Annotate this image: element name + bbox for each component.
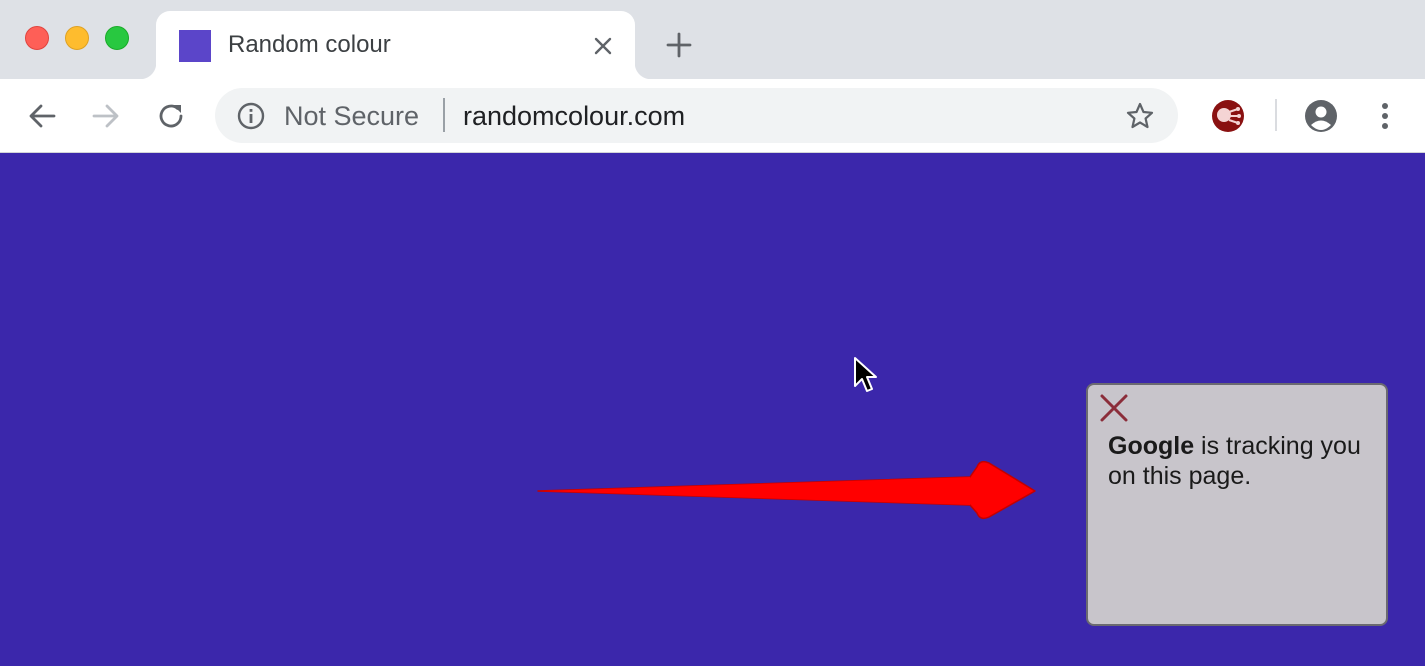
close-icon bbox=[594, 37, 612, 55]
close-icon bbox=[1100, 394, 1128, 422]
tab-title: Random colour bbox=[228, 31, 391, 58]
window-zoom-button[interactable] bbox=[105, 26, 129, 50]
toolbar-divider bbox=[1275, 99, 1277, 131]
extension-button[interactable] bbox=[1208, 96, 1248, 136]
star-icon bbox=[1126, 102, 1154, 129]
reload-icon bbox=[159, 104, 183, 128]
menu-button[interactable] bbox=[1365, 96, 1405, 136]
forward-button[interactable] bbox=[86, 96, 126, 136]
mouse-cursor-icon bbox=[854, 357, 877, 392]
bookmark-button[interactable] bbox=[1123, 99, 1157, 133]
reload-button[interactable] bbox=[151, 96, 191, 136]
address-divider bbox=[443, 98, 445, 132]
window-close-button[interactable] bbox=[25, 26, 49, 50]
url-text[interactable]: randomcolour.com bbox=[463, 101, 685, 132]
window-minimize-button[interactable] bbox=[65, 26, 89, 50]
profile-icon bbox=[1305, 100, 1337, 132]
red-arrow-annotation-icon bbox=[537, 460, 1036, 520]
security-label: Not Secure bbox=[284, 101, 420, 131]
tab-strip: Random colour bbox=[0, 0, 1425, 79]
forward-arrow-icon bbox=[92, 104, 119, 128]
notification-close-button[interactable] bbox=[1099, 393, 1129, 423]
browser-toolbar: Not Secure randomcolour.com bbox=[0, 79, 1425, 153]
tab-random-colour[interactable]: Random colour bbox=[140, 11, 651, 79]
address-bar[interactable]: Not Secure randomcolour.com bbox=[215, 88, 1178, 143]
extension-icon bbox=[1212, 100, 1244, 132]
kebab-menu-icon bbox=[1382, 103, 1388, 129]
back-button[interactable] bbox=[22, 96, 62, 136]
tracker-company: Google bbox=[1108, 432, 1195, 460]
tab-close-button[interactable] bbox=[588, 31, 618, 61]
tracker-notification: Google is tracking you on this page. bbox=[1086, 383, 1388, 626]
info-icon bbox=[237, 102, 265, 130]
favicon-icon bbox=[179, 30, 211, 62]
tracker-message: Google is tracking you on this page. bbox=[1108, 431, 1368, 491]
profile-button[interactable] bbox=[1301, 96, 1341, 136]
back-arrow-icon bbox=[29, 104, 56, 128]
page-content: Google is tracking you on this page. bbox=[0, 153, 1425, 666]
new-tab-button[interactable] bbox=[662, 28, 696, 62]
site-info-button[interactable] bbox=[235, 100, 267, 132]
plus-icon bbox=[666, 32, 692, 58]
